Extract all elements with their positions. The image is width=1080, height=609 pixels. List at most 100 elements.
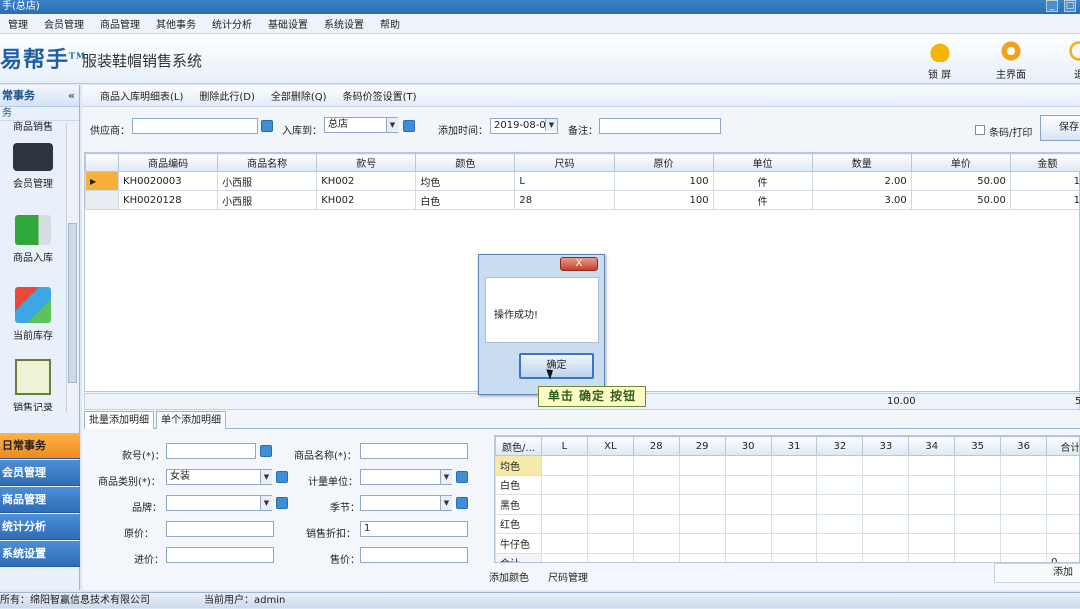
menu-item[interactable]: 基础设置 xyxy=(260,16,316,31)
chevron-down-icon[interactable]: ▼ xyxy=(260,496,272,510)
column-header[interactable]: L xyxy=(541,437,587,456)
cell[interactable]: KH0020128 xyxy=(119,191,218,210)
nav-daily[interactable]: 日常事务 xyxy=(0,433,80,459)
column-header[interactable]: 33 xyxy=(863,437,909,456)
cell[interactable] xyxy=(679,475,725,495)
cell[interactable] xyxy=(909,514,955,534)
cell[interactable] xyxy=(1001,553,1047,563)
discount-input[interactable]: 1 xyxy=(360,521,468,537)
cell[interactable]: 3.00 xyxy=(812,191,911,210)
cell[interactable] xyxy=(679,514,725,534)
chevron-down-icon[interactable]: ▼ xyxy=(386,118,398,132)
cell[interactable] xyxy=(725,553,771,563)
chevron-down-icon[interactable]: ▼ xyxy=(440,496,452,510)
cell[interactable] xyxy=(909,553,955,563)
cell[interactable] xyxy=(863,475,909,495)
cell[interactable]: KH002 xyxy=(317,172,416,191)
size-row[interactable]: 白色 xyxy=(496,475,1080,495)
cell[interactable]: 100 xyxy=(614,191,713,210)
home-button[interactable]: 主界面 xyxy=(996,40,1026,81)
search-icon[interactable] xyxy=(403,120,415,132)
maximize-icon[interactable]: □ xyxy=(1064,0,1076,12)
size-manage-button[interactable]: 尺码管理 xyxy=(548,569,588,584)
column-header[interactable]: 颜色/... xyxy=(496,437,542,456)
size-row[interactable]: 红色 xyxy=(496,514,1080,534)
column-header[interactable]: 单位 xyxy=(713,154,812,172)
sidebar-scrollbar[interactable] xyxy=(66,123,78,413)
exit-button[interactable]: 退 xyxy=(1068,40,1080,81)
cell[interactable] xyxy=(817,514,863,534)
search-icon[interactable] xyxy=(456,471,468,483)
season-select[interactable] xyxy=(360,495,452,511)
cell[interactable] xyxy=(1001,495,1047,515)
cell[interactable] xyxy=(771,553,817,563)
delete-row-button[interactable]: 删除此行(D) xyxy=(199,88,255,103)
column-header[interactable]: 商品名称 xyxy=(218,154,317,172)
scroll-thumb[interactable] xyxy=(68,223,77,383)
cell[interactable] xyxy=(955,495,1001,515)
cell[interactable] xyxy=(587,534,633,554)
cell[interactable]: 28 xyxy=(515,191,614,210)
cell[interactable]: 件 xyxy=(713,191,812,210)
sale-price-input[interactable] xyxy=(360,547,468,563)
column-header[interactable]: 单价 xyxy=(911,154,1010,172)
cell[interactable] xyxy=(1001,514,1047,534)
brand-select[interactable] xyxy=(166,495,272,511)
minimize-icon[interactable]: _ xyxy=(1046,0,1058,12)
cell[interactable] xyxy=(817,495,863,515)
cell[interactable] xyxy=(587,514,633,534)
cell[interactable]: 1 xyxy=(1010,191,1080,210)
cell[interactable] xyxy=(541,514,587,534)
cell[interactable]: 2.00 xyxy=(812,172,911,191)
sidebar-item-sales-records[interactable]: 销售记录 xyxy=(0,359,66,411)
cell[interactable]: 50.00 xyxy=(911,191,1010,210)
ok-button[interactable]: 确定 xyxy=(519,353,594,379)
column-header[interactable]: 28 xyxy=(633,437,679,456)
tab-batch-add[interactable]: 批量添加明细 xyxy=(84,411,154,429)
column-header[interactable]: 数量 xyxy=(812,154,911,172)
cell[interactable] xyxy=(633,475,679,495)
delete-all-button[interactable]: 全部删除(Q) xyxy=(271,88,327,103)
lock-button[interactable]: 锁 屏 xyxy=(928,40,951,81)
supplier-input[interactable] xyxy=(132,118,258,134)
cell[interactable] xyxy=(771,514,817,534)
unit-select[interactable] xyxy=(360,469,452,485)
nav-members[interactable]: 会员管理 xyxy=(0,460,80,486)
add-color-button[interactable]: 添加颜色 xyxy=(489,569,529,584)
menu-item[interactable]: 管理 xyxy=(0,16,36,31)
cell[interactable]: 件 xyxy=(713,172,812,191)
menu-item[interactable]: 帮助 xyxy=(372,16,408,31)
column-header[interactable]: 合计 xyxy=(1047,437,1080,456)
table-row[interactable]: KH0020128 小西服 KH002 白色 28 100 件 3.00 50.… xyxy=(86,191,1080,210)
cell[interactable] xyxy=(725,475,771,495)
style-input[interactable] xyxy=(166,443,256,459)
nav-stats[interactable]: 统计分析 xyxy=(0,514,80,540)
cell[interactable]: 0 xyxy=(1047,553,1080,563)
search-icon[interactable] xyxy=(456,497,468,509)
barcode-checkbox[interactable] xyxy=(975,125,985,135)
cell[interactable] xyxy=(587,553,633,563)
column-header[interactable]: 颜色 xyxy=(416,154,515,172)
barcode-settings-button[interactable]: 条码价签设置(T) xyxy=(343,88,417,103)
cell[interactable] xyxy=(863,534,909,554)
detail-list-button[interactable]: 商品入库明细表(L) xyxy=(100,88,183,103)
cell[interactable] xyxy=(955,456,1001,476)
cell[interactable] xyxy=(817,475,863,495)
column-header[interactable]: 31 xyxy=(771,437,817,456)
menu-item[interactable]: 其他事务 xyxy=(148,16,204,31)
menu-item[interactable]: 统计分析 xyxy=(204,16,260,31)
cell[interactable] xyxy=(909,475,955,495)
cell[interactable] xyxy=(725,514,771,534)
cell[interactable] xyxy=(679,553,725,563)
cell[interactable] xyxy=(863,495,909,515)
nav-system[interactable]: 系统设置 xyxy=(0,541,80,567)
column-header[interactable]: XL xyxy=(587,437,633,456)
cell[interactable] xyxy=(679,495,725,515)
cell[interactable] xyxy=(1001,475,1047,495)
menu-item[interactable]: 商品管理 xyxy=(92,16,148,31)
save-button[interactable]: 保存 xyxy=(1040,115,1080,141)
nav-goods[interactable]: 商品管理 xyxy=(0,487,80,513)
cell[interactable] xyxy=(817,553,863,563)
cell[interactable] xyxy=(771,495,817,515)
cell[interactable] xyxy=(633,534,679,554)
